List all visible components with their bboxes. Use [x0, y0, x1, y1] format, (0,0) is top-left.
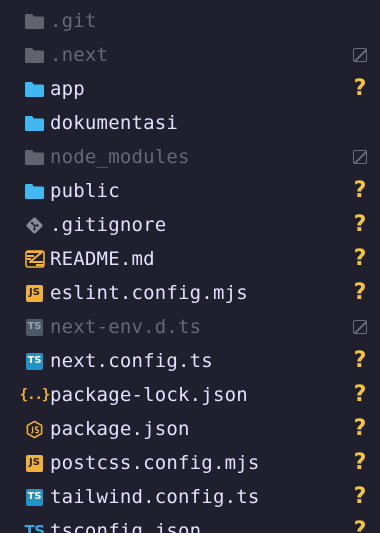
git-untracked-status: ? — [350, 72, 370, 106]
tree-item-next-folder[interactable]: .next — [0, 38, 380, 72]
item-label: node_modules — [50, 146, 190, 168]
item-label: tsconfig.json — [50, 520, 202, 533]
javascript-icon: JS — [24, 453, 45, 474]
ignored-icon — [353, 150, 367, 164]
json-icon: {..} — [20, 385, 51, 406]
folder-icon — [24, 181, 45, 202]
tree-item-app-folder[interactable]: app ? — [0, 72, 380, 106]
item-label: postcss.config.mjs — [50, 452, 260, 474]
git-untracked-status: ? — [350, 412, 370, 446]
ts-badge: TS — [26, 352, 43, 370]
tree-item-eslint-config-file[interactable]: JS eslint.config.mjs ? — [0, 276, 380, 310]
git-ignored-status — [350, 310, 370, 344]
git-ignored-status — [350, 140, 370, 174]
tree-item-postcss-config-file[interactable]: JS postcss.config.mjs ? — [0, 446, 380, 480]
git-untracked-status: ? — [350, 174, 370, 208]
git-icon — [24, 215, 45, 236]
item-label: next-env.d.ts — [50, 316, 202, 338]
git-untracked-status: ? — [350, 378, 370, 412]
item-label: README.md — [50, 248, 155, 270]
nodejs-icon — [24, 419, 45, 440]
item-label: tailwind.config.ts — [50, 486, 260, 508]
untracked-symbol: ? — [353, 450, 367, 475]
item-label: eslint.config.mjs — [50, 282, 248, 304]
item-label: next.config.ts — [50, 350, 213, 372]
untracked-symbol: ? — [353, 416, 367, 441]
git-untracked-status: ? — [350, 276, 370, 310]
folder-icon — [24, 45, 45, 66]
item-label: package.json — [50, 418, 190, 440]
tsconfig-icon: TS — [24, 521, 45, 533]
file-explorer: .git .next app ? dokumentasi node_module… — [0, 0, 380, 533]
typescript-icon: TS — [24, 317, 45, 338]
item-label: app — [50, 78, 85, 100]
item-label: .gitignore — [50, 214, 167, 236]
ts-badge: TS — [26, 318, 43, 336]
typescript-icon: TS — [24, 351, 45, 372]
tree-item-dokumentasi-folder[interactable]: dokumentasi — [0, 106, 380, 140]
untracked-symbol: ? — [353, 518, 367, 533]
javascript-icon: JS — [24, 283, 45, 304]
tree-item-next-config-file[interactable]: TS next.config.ts ? — [0, 344, 380, 378]
typescript-icon: TS — [24, 487, 45, 508]
untracked-symbol: ? — [353, 212, 367, 237]
untracked-symbol: ? — [353, 246, 367, 271]
untracked-symbol: ? — [353, 76, 367, 101]
json-braces: {..} — [19, 387, 51, 403]
js-badge: JS — [26, 284, 43, 302]
item-label: .next — [50, 44, 109, 66]
git-untracked-status: ? — [350, 242, 370, 276]
tree-item-git-folder[interactable]: .git — [0, 4, 380, 38]
ts-badge: TS — [26, 488, 43, 506]
ts-label: TS — [24, 522, 45, 533]
git-untracked-status: ? — [350, 480, 370, 514]
folder-icon — [24, 113, 45, 134]
tree-item-next-env-file[interactable]: TS next-env.d.ts — [0, 310, 380, 344]
folder-icon — [24, 11, 45, 32]
item-label: .git — [50, 10, 97, 32]
item-label: dokumentasi — [50, 112, 179, 134]
tree-item-node-modules-folder[interactable]: node_modules — [0, 140, 380, 174]
tree-item-package-lock-file[interactable]: {..} package-lock.json ? — [0, 378, 380, 412]
untracked-symbol: ? — [353, 280, 367, 305]
tree-item-public-folder[interactable]: public ? — [0, 174, 380, 208]
ignored-icon — [353, 320, 367, 334]
git-untracked-status: ? — [350, 514, 370, 533]
git-untracked-status: ? — [350, 208, 370, 242]
tree-item-package-json-file[interactable]: package.json ? — [0, 412, 380, 446]
item-label: public — [50, 180, 120, 202]
folder-icon — [24, 79, 45, 100]
tree-item-gitignore-file[interactable]: .gitignore ? — [0, 208, 380, 242]
untracked-symbol: ? — [353, 178, 367, 203]
git-untracked-status: ? — [350, 446, 370, 480]
tree-item-tsconfig-file[interactable]: TS tsconfig.json ? — [0, 514, 380, 533]
git-untracked-status: ? — [350, 344, 370, 378]
tree-item-tailwind-config-file[interactable]: TS tailwind.config.ts ? — [0, 480, 380, 514]
tree-item-readme-file[interactable]: README.md ? — [0, 242, 380, 276]
readme-icon — [24, 249, 45, 270]
untracked-symbol: ? — [353, 484, 367, 509]
ignored-icon — [353, 48, 367, 62]
folder-icon — [24, 147, 45, 168]
untracked-symbol: ? — [353, 382, 367, 407]
js-badge: JS — [26, 454, 43, 472]
item-label: package-lock.json — [50, 384, 248, 406]
git-ignored-status — [350, 38, 370, 72]
untracked-symbol: ? — [353, 348, 367, 373]
